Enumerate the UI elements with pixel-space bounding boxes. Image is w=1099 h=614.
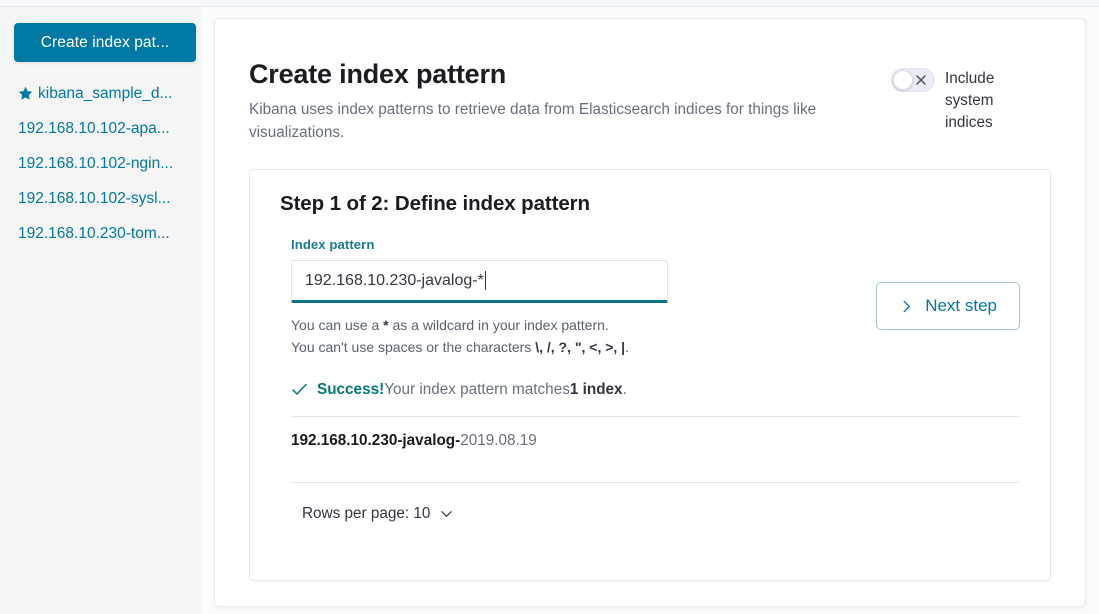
sidebar-item-label: 192.168.10.230-tom... [18,224,170,242]
hint-line2-bold: \, /, ?, ", <, >, | [535,339,626,356]
index-pattern-input[interactable]: 192.168.10.230-javalog-* [291,260,668,304]
page-header: Create index pattern Kibana uses index p… [249,59,1051,144]
star-icon [18,86,33,101]
include-system-indices-toggle[interactable]: Include system indices [891,59,1051,135]
window-top-strip [0,0,1099,7]
result-suffix: 2019.08.19 [460,431,537,449]
result-bold-prefix: 192.168.10.230-javalog- [291,431,461,449]
app-root: Create index pat... kibana_sample_d... 1… [0,0,1099,614]
next-step-button-label: Next step [925,296,997,316]
chevron-down-icon [439,506,454,521]
input-column: 192.168.10.230-javalog-* You can use a *… [291,252,673,358]
rows-per-page-label: Rows per page: 10 [302,504,431,522]
results-divider-bottom [291,481,1020,483]
define-index-pattern-card: Step 1 of 2: Define index pattern Index … [249,169,1051,582]
text-caret [484,271,486,291]
sidebar-item-label: 192.168.10.102-sysl... [18,189,171,207]
sidebar-item-label: 192.168.10.102-ngin... [18,154,174,172]
chevron-right-icon [899,299,914,314]
sidebar: Create index pat... kibana_sample_d... 1… [0,7,201,614]
create-index-pattern-button[interactable]: Create index pat... [14,23,196,62]
sidebar-item-apache[interactable]: 192.168.10.102-apa... [14,111,201,146]
toggle-label: Include system indices [945,70,995,132]
index-pattern-list: kibana_sample_d... 192.168.10.102-apa...… [14,76,201,251]
table-row: 192.168.10.230-javalog- 2019.08.19 [291,417,1020,465]
hint-line2-before: You can't use spaces or the characters [291,339,536,356]
next-step-button[interactable]: Next step [876,282,1020,331]
success-period: . [622,380,627,398]
success-count: 1 index [569,380,623,398]
hint-line2-after: . [625,339,629,356]
sidebar-item-nginx[interactable]: 192.168.10.102-ngin... [14,146,201,181]
step-title: Step 1 of 2: Define index pattern [280,192,590,216]
page-header-text: Create index pattern Kibana uses index p… [249,59,859,144]
success-strong: Success! [317,380,385,398]
sidebar-item-tomcat[interactable]: 192.168.10.230-tom... [14,216,201,251]
hint-line1-after: as a wildcard in your index pattern. [388,317,609,334]
sidebar-item-syslog[interactable]: 192.168.10.102-sysl... [14,181,201,216]
rows-per-page-selector[interactable]: Rows per page: 10 [302,505,454,523]
page-title: Create index pattern [249,59,507,89]
index-pattern-input-value: 192.168.10.230-javalog-* [305,271,484,289]
main-panel: Create index pattern Kibana uses index p… [214,18,1086,607]
success-message: Success! Your index pattern matches 1 in… [291,381,1020,399]
index-pattern-field-label: Index pattern [291,237,375,253]
success-middle: Your index pattern matches [384,380,570,398]
hint-line1-before: You can use a [291,317,384,334]
sidebar-item-label: 192.168.10.102-apa... [18,119,170,137]
check-icon [291,381,308,398]
input-and-action-row: 192.168.10.230-javalog-* You can use a *… [291,252,1020,358]
index-pattern-hint: You can use a * as a wildcard in your in… [291,314,673,358]
sidebar-item-label: kibana_sample_d... [38,84,173,102]
toggle-knob [893,70,913,90]
toggle-switch[interactable] [891,68,935,92]
page-description: Kibana uses index patterns to retrieve d… [249,101,817,141]
close-x-icon [914,73,928,87]
sidebar-item-kibana-sample[interactable]: kibana_sample_d... [14,76,201,111]
